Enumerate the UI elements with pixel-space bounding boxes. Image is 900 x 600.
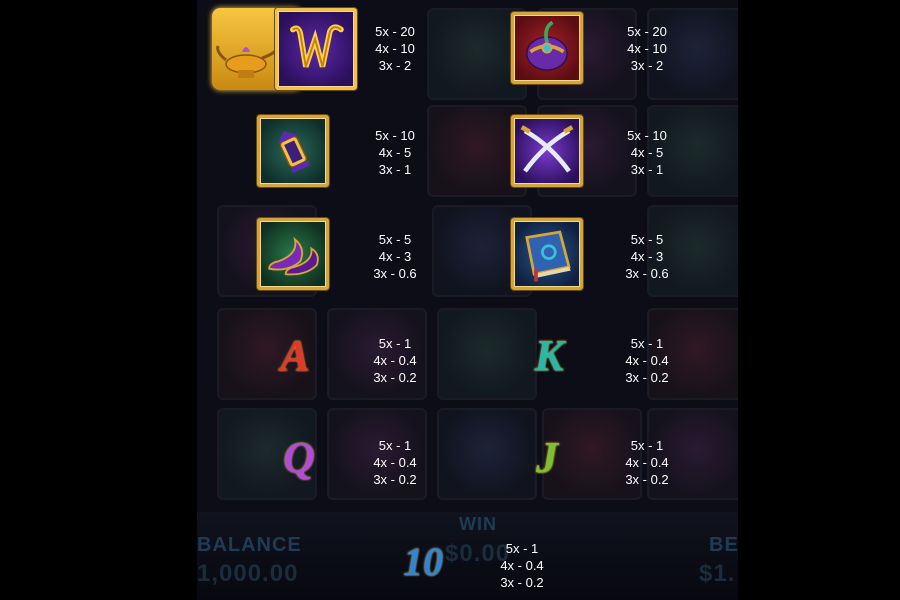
- letter-a-icon: A: [280, 331, 310, 380]
- pay-line: 5x - 1: [630, 336, 664, 351]
- pay-line: 5x - 5: [378, 232, 412, 247]
- book-tile: [511, 218, 583, 290]
- book-icon: [525, 230, 571, 282]
- pay-line: 3x - 0.2: [373, 472, 417, 487]
- slippers-tile: [257, 218, 329, 290]
- pay-line: 4x - 10: [627, 41, 667, 56]
- pay-line: 5x - 1: [505, 541, 539, 556]
- balance-label: BALANCE: [197, 534, 302, 556]
- pay-line: 3x - 0.6: [373, 266, 417, 281]
- book-pays: 5x - 5 4x - 3 3x - 0.6: [617, 231, 677, 282]
- lantern-icon: [277, 131, 310, 174]
- wild-pays: 5x - 20 4x - 10 3x - 2: [365, 23, 425, 74]
- pay-line: 5x - 10: [627, 128, 667, 143]
- pay-line: 3x - 0.2: [625, 370, 669, 385]
- pay-line: 4x - 3: [378, 249, 412, 264]
- letter-q-icon: Q: [283, 433, 315, 482]
- pay-line: 4x - 5: [378, 145, 412, 160]
- j-pays: 5x - 1 4x - 0.4 3x - 0.2: [617, 437, 677, 488]
- win-label: WIN: [459, 514, 497, 534]
- pay-line: 4x - 0.4: [373, 353, 417, 368]
- pay-line: 5x - 1: [630, 438, 664, 453]
- k-pays: 5x - 1 4x - 0.4 3x - 0.2: [617, 335, 677, 386]
- pay-line: 4x - 0.4: [373, 455, 417, 470]
- pay-line: 3x - 1: [630, 162, 664, 177]
- letter-k-icon: K: [534, 331, 564, 380]
- turban-pays: 5x - 20 4x - 10 3x - 2: [617, 23, 677, 74]
- pay-line: 3x - 0.2: [373, 370, 417, 385]
- wild-icon: [290, 24, 344, 68]
- q-pays: 5x - 1 4x - 0.4 3x - 0.2: [365, 437, 425, 488]
- pay-line: 3x - 1: [378, 162, 412, 177]
- bottom-bar-background: BALANCE 1,000.00 WIN $0.00 BET $1.: [197, 512, 738, 600]
- pay-line: 4x - 5: [630, 145, 664, 160]
- pay-line: 3x - 2: [630, 58, 664, 73]
- pay-line: 4x - 0.4: [625, 455, 669, 470]
- paytable-screen: BALANCE 1,000.00 WIN $0.00 BET $1. 5x - …: [197, 0, 738, 600]
- pay-line: 5x - 1: [378, 438, 412, 453]
- slippers-pays: 5x - 5 4x - 3 3x - 0.6: [365, 231, 425, 282]
- pay-line: 3x - 2: [378, 58, 412, 73]
- crossed-swords-icon: [520, 125, 574, 173]
- pay-line: 5x - 5: [630, 232, 664, 247]
- bet-label: BET: [709, 534, 738, 556]
- a-pays: 5x - 1 4x - 0.4 3x - 0.2: [365, 335, 425, 386]
- pay-line: 5x - 20: [627, 24, 667, 39]
- turban-tile: [511, 12, 583, 84]
- pay-line: 3x - 0.2: [625, 472, 669, 487]
- pay-line: 5x - 1: [378, 336, 412, 351]
- number-10-icon: 10: [403, 539, 443, 584]
- swords-tile: [511, 115, 583, 187]
- lantern-pays: 5x - 10 4x - 5 3x - 1: [365, 127, 425, 178]
- pay-line: 4x - 10: [375, 41, 415, 56]
- letter-j-icon: J: [536, 433, 558, 482]
- balance-value: 1,000.00: [197, 560, 299, 587]
- lantern-tile: [257, 115, 329, 187]
- pay-line: 5x - 10: [375, 128, 415, 143]
- swords-pays: 5x - 10 4x - 5 3x - 1: [617, 127, 677, 178]
- ten-pays: 5x - 1 4x - 0.4 3x - 0.2: [492, 540, 552, 591]
- pay-line: 4x - 0.4: [625, 353, 669, 368]
- bet-value: $1.: [699, 560, 736, 587]
- pay-line: 3x - 0.2: [500, 575, 544, 590]
- slippers-icon: [268, 236, 319, 276]
- turban-icon: [526, 20, 568, 71]
- pay-line: 5x - 20: [375, 24, 415, 39]
- pay-line: 3x - 0.6: [625, 266, 669, 281]
- wild-tile: [275, 8, 357, 90]
- pay-line: 4x - 0.4: [500, 558, 544, 573]
- pay-line: 4x - 3: [630, 249, 664, 264]
